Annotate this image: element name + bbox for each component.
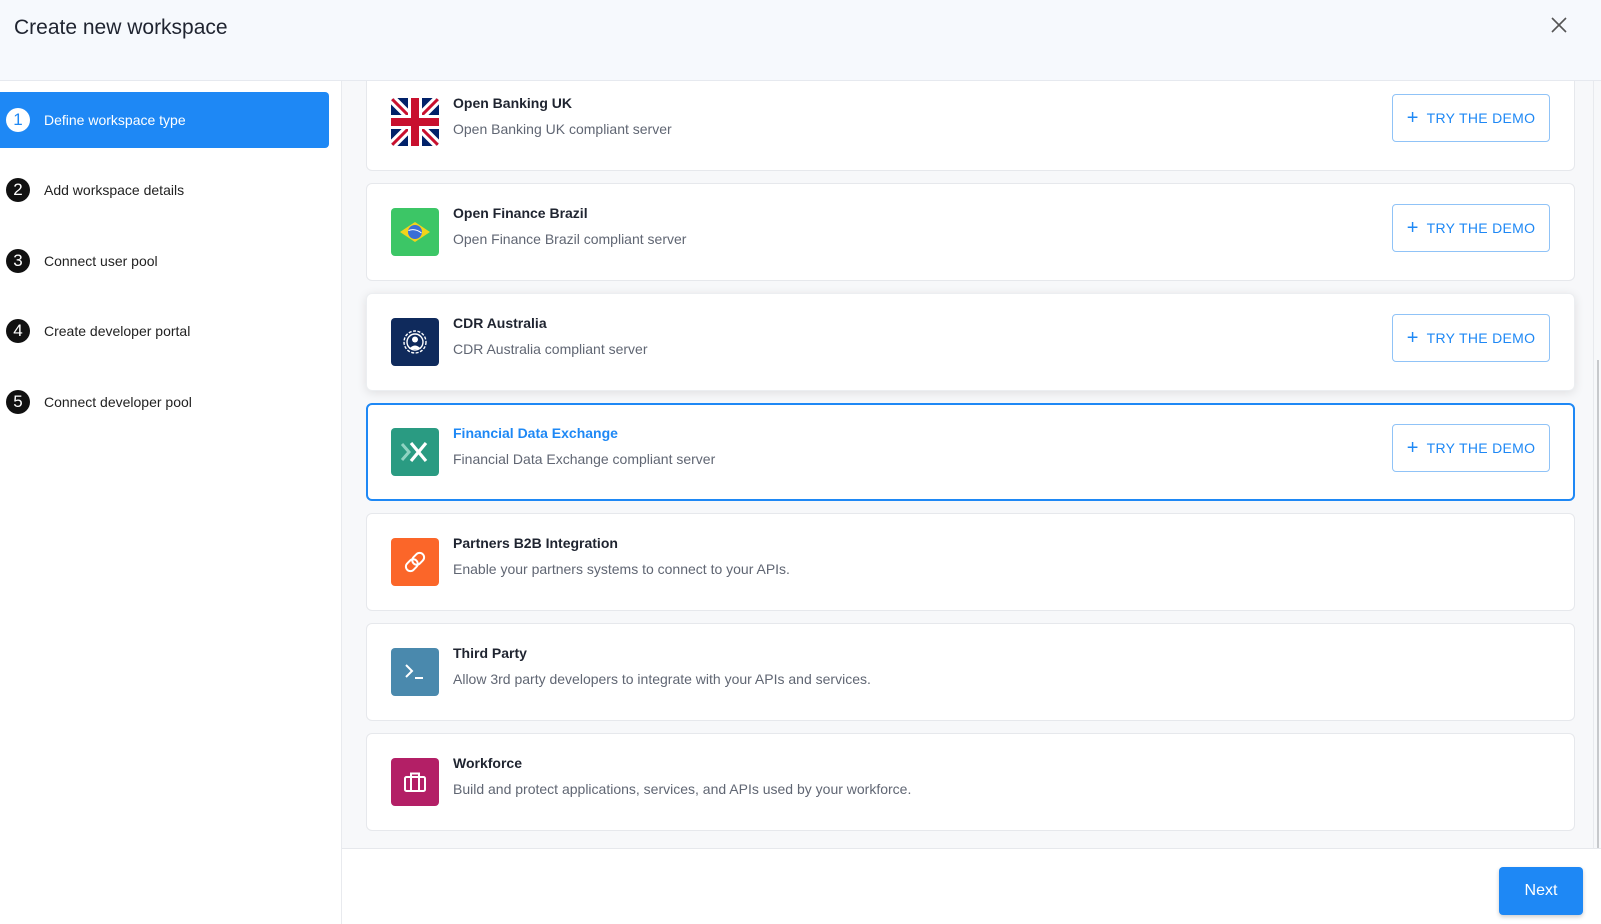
workspace-name: Third Party [453, 645, 527, 661]
try-demo-label: TRY THE DEMO [1426, 110, 1536, 126]
briefcase-icon [391, 758, 439, 806]
scrollbar-thumb[interactable] [1597, 360, 1599, 850]
step-number: 4 [6, 319, 30, 343]
link-icon [391, 538, 439, 586]
workspace-name: CDR Australia [453, 315, 547, 331]
step-number: 5 [6, 390, 30, 414]
terminal-icon [391, 648, 439, 696]
step-label: Add workspace details [44, 182, 185, 198]
workspace-card-partners-b2b[interactable]: Partners B2B Integration Enable your par… [366, 513, 1575, 611]
step-label: Create developer portal [44, 323, 191, 339]
uk-flag-icon [391, 98, 439, 146]
workspace-description: Build and protect applications, services… [453, 781, 912, 797]
step-connect-developer-pool[interactable]: 5 Connect developer pool [0, 374, 329, 430]
workspace-card-third-party[interactable]: Third Party Allow 3rd party developers t… [366, 623, 1575, 721]
workspace-card-open-banking-uk[interactable]: Open Banking UK Open Banking UK complian… [366, 81, 1575, 171]
workspace-card-workforce[interactable]: Workforce Build and protect applications… [366, 733, 1575, 831]
workspace-card-cdr-australia[interactable]: CDR Australia CDR Australia compliant se… [366, 293, 1575, 391]
workspace-name: Financial Data Exchange [453, 425, 618, 441]
workspace-description: CDR Australia compliant server [453, 341, 648, 357]
step-label: Define workspace type [44, 112, 186, 128]
try-demo-label: TRY THE DEMO [1426, 330, 1536, 346]
try-demo-label: TRY THE DEMO [1426, 220, 1536, 236]
step-define-workspace-type[interactable]: 1 Define workspace type [0, 92, 329, 148]
try-demo-button[interactable]: + TRY THE DEMO [1392, 204, 1550, 252]
dialog-header: Create new workspace [0, 0, 1601, 81]
step-number: 2 [6, 178, 30, 202]
next-button[interactable]: Next [1499, 867, 1583, 915]
try-demo-button[interactable]: + TRY THE DEMO [1392, 94, 1550, 142]
try-demo-button[interactable]: + TRY THE DEMO [1392, 424, 1550, 472]
step-number: 1 [6, 108, 30, 132]
plus-icon: + [1406, 327, 1419, 349]
workspace-card-financial-data-exchange[interactable]: Financial Data Exchange Financial Data E… [366, 403, 1575, 501]
brazil-flag-icon [391, 208, 439, 256]
step-add-workspace-details[interactable]: 2 Add workspace details [0, 162, 329, 218]
workspace-description: Allow 3rd party developers to integrate … [453, 671, 871, 687]
workspace-card-open-finance-brazil[interactable]: Open Finance Brazil Open Finance Brazil … [366, 183, 1575, 281]
step-label: Connect developer pool [44, 394, 192, 410]
close-icon [1551, 17, 1567, 33]
step-number: 3 [6, 249, 30, 273]
try-demo-label: TRY THE DEMO [1426, 440, 1536, 456]
step-connect-user-pool[interactable]: 3 Connect user pool [0, 233, 329, 289]
fdx-icon [391, 428, 439, 476]
dialog-title: Create new workspace [14, 16, 228, 39]
workspace-description: Enable your partners systems to connect … [453, 561, 790, 577]
workspace-name: Workforce [453, 755, 522, 771]
workspace-name: Open Finance Brazil [453, 205, 588, 221]
step-create-developer-portal[interactable]: 4 Create developer portal [0, 303, 329, 359]
workspace-name: Open Banking UK [453, 95, 573, 111]
step-label: Connect user pool [44, 253, 158, 269]
workspace-name: Partners B2B Integration [453, 535, 618, 551]
workspace-description: Financial Data Exchange compliant server [453, 451, 716, 467]
plus-icon: + [1406, 437, 1419, 459]
plus-icon: + [1406, 107, 1419, 129]
try-demo-button[interactable]: + TRY THE DEMO [1392, 314, 1550, 362]
close-button[interactable] [1548, 14, 1570, 36]
workspace-description: Open Finance Brazil compliant server [453, 231, 687, 247]
workspace-type-list: Open Banking UK Open Banking UK complian… [342, 81, 1601, 848]
plus-icon: + [1406, 217, 1419, 239]
dialog-footer: Next [342, 848, 1601, 924]
stepper-sidebar: 1 Define workspace type 2 Add workspace … [0, 81, 342, 924]
workspace-description: Open Banking UK compliant server [453, 121, 672, 137]
cdr-australia-icon [391, 318, 439, 366]
